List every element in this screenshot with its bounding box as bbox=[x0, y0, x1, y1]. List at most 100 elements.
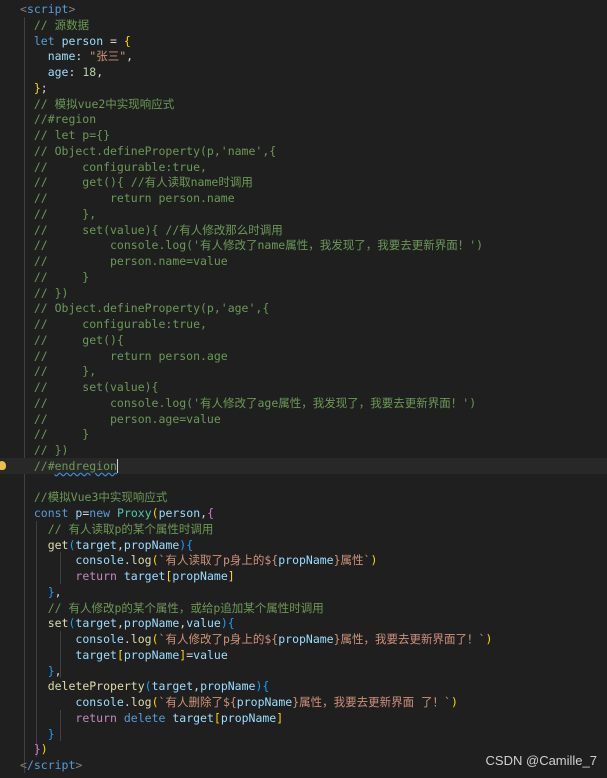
code-token: target bbox=[75, 537, 117, 552]
code-line[interactable]: // console.log('有人修改了name属性，我发现了，我要去更新界面… bbox=[0, 237, 607, 253]
code-token: // 有人读取p的某个属性时调用 bbox=[20, 521, 214, 536]
code-token: //# bbox=[20, 458, 55, 473]
code-line[interactable]: // 有人修改p的某个属性，或给p追加某个属性时调用 bbox=[0, 600, 607, 616]
code-token: //#region bbox=[20, 112, 97, 127]
code-line[interactable]: }, bbox=[0, 584, 607, 600]
code-line[interactable]: return delete target[propName] bbox=[0, 710, 607, 726]
code-line[interactable]: // 有人读取p的某个属性时调用 bbox=[0, 521, 607, 537]
code-token: : bbox=[75, 49, 90, 64]
code-token: deleteProperty bbox=[47, 679, 145, 694]
code-line[interactable]: // return person.name bbox=[0, 190, 607, 206]
code-line[interactable]: // return person.age bbox=[0, 348, 607, 364]
code-line[interactable] bbox=[0, 474, 607, 490]
code-line[interactable]: <script> bbox=[0, 1, 607, 17]
code-token: < bbox=[20, 758, 27, 772]
code-line[interactable]: console.log(`有人删除了${propName}属性，我要去更新界面 … bbox=[0, 694, 607, 710]
code-line[interactable]: // }) bbox=[0, 285, 607, 301]
code-token: // set(value){ bbox=[20, 380, 159, 394]
code-token: //模拟Vue3中实现响应式 bbox=[20, 490, 168, 505]
code-line[interactable]: //#endregion bbox=[0, 457, 607, 474]
code-line[interactable]: // get(){ bbox=[0, 332, 607, 348]
code-line[interactable]: // let p={} bbox=[0, 127, 607, 143]
code-token: // } bbox=[20, 269, 90, 284]
code-token: value bbox=[193, 647, 228, 662]
code-token: . bbox=[123, 553, 131, 568]
code-token: `有人修改了p身上的${ bbox=[158, 632, 279, 646]
code-line[interactable]: age: 18, bbox=[0, 64, 607, 80]
code-line[interactable]: // set(value){ bbox=[0, 379, 607, 395]
code-token: ) bbox=[220, 616, 228, 631]
code-token: { bbox=[123, 33, 131, 48]
code-line[interactable]: set(target,propName,value){ bbox=[0, 615, 607, 631]
code-line[interactable]: // }, bbox=[0, 363, 607, 379]
code-token: // 有人修改p的某个属性，或给p追加某个属性时调用 bbox=[20, 600, 324, 615]
code-token: /script bbox=[26, 758, 76, 772]
code-line[interactable]: let person = { bbox=[0, 33, 607, 49]
code-line[interactable]: }; bbox=[0, 80, 607, 96]
code-editor[interactable]: <script> // 源数据 let person = { name: "张三… bbox=[0, 0, 607, 778]
code-line[interactable]: name: "张三", bbox=[0, 48, 607, 64]
code-token: } bbox=[47, 584, 55, 599]
code-line[interactable]: // } bbox=[0, 426, 607, 442]
code-token: propName bbox=[278, 632, 334, 646]
code-token: let bbox=[33, 33, 55, 48]
code-token: propName bbox=[123, 647, 180, 662]
code-token: 18 bbox=[82, 65, 97, 79]
code-token: ; bbox=[40, 80, 48, 95]
code-line[interactable]: console.log(`有人修改了p身上的${propName}属性，我要去更… bbox=[0, 631, 607, 647]
code-line[interactable]: // Object.defineProperty(p,'name',{ bbox=[0, 143, 607, 159]
code-line[interactable]: // person.age=value bbox=[0, 411, 607, 427]
code-line[interactable]: // person.name=value bbox=[0, 253, 607, 269]
code-token: target bbox=[123, 569, 166, 583]
code-token: < bbox=[20, 2, 27, 16]
code-line[interactable]: // get(){ //有人读取name时调用 bbox=[0, 174, 607, 190]
code-line[interactable]: deleteProperty(target,propName){ bbox=[0, 678, 607, 694]
code-token: }属性，我要去更新界面 了！` bbox=[292, 695, 451, 709]
code-token: // } bbox=[20, 427, 90, 442]
code-line[interactable]: //模拟Vue3中实现响应式 bbox=[0, 489, 607, 505]
code-line[interactable]: // }) bbox=[0, 442, 607, 458]
code-line[interactable]: // }, bbox=[0, 206, 607, 222]
code-line[interactable]: // console.log('有人修改了age属性，我发现了，我要去更新界面！… bbox=[0, 395, 607, 411]
code-line[interactable]: return target[propName] bbox=[0, 568, 607, 584]
code-token: } bbox=[47, 726, 55, 741]
code-token: propName bbox=[172, 569, 228, 583]
code-line[interactable]: // set(value){ //有人修改那么时调用 bbox=[0, 222, 607, 238]
code-token: , bbox=[116, 537, 124, 552]
code-token: propName bbox=[123, 616, 180, 631]
code-token: propName bbox=[236, 695, 293, 709]
code-token: // }, bbox=[20, 364, 97, 379]
code-token: ) bbox=[450, 695, 458, 709]
code-line[interactable]: target[propName]=value bbox=[0, 647, 607, 663]
code-line[interactable]: const p=new Proxy(person,{ bbox=[0, 505, 607, 521]
code-line[interactable]: // Object.defineProperty(p,'age',{ bbox=[0, 300, 607, 316]
code-line[interactable]: // configurable:true, bbox=[0, 316, 607, 332]
code-token: name bbox=[47, 49, 76, 64]
code-line[interactable]: console.log(`有人读取了p身上的${propName}属性`) bbox=[0, 552, 607, 568]
code-token: [ bbox=[116, 647, 124, 662]
lightbulb-icon[interactable] bbox=[0, 460, 6, 470]
code-line[interactable]: // 模拟vue2中实现响应式 bbox=[0, 96, 607, 112]
code-line[interactable]: //#region bbox=[0, 111, 607, 127]
code-token: return bbox=[75, 569, 117, 583]
code-token: set bbox=[47, 616, 69, 631]
code-line[interactable]: // } bbox=[0, 269, 607, 285]
code-token: // Object.defineProperty(p,'name',{ bbox=[20, 143, 277, 158]
code-line[interactable]: // 源数据 bbox=[0, 17, 607, 33]
code-line[interactable]: } bbox=[0, 726, 607, 742]
code-line[interactable]: // configurable:true, bbox=[0, 159, 607, 175]
code-token: // configurable:true, bbox=[20, 317, 207, 331]
code-token: ) bbox=[40, 742, 48, 757]
code-token: // }) bbox=[20, 443, 69, 457]
code-token: // return person.age bbox=[20, 348, 228, 363]
code-line[interactable]: }, bbox=[0, 663, 607, 679]
code-line[interactable]: get(target,propName){ bbox=[0, 537, 607, 553]
